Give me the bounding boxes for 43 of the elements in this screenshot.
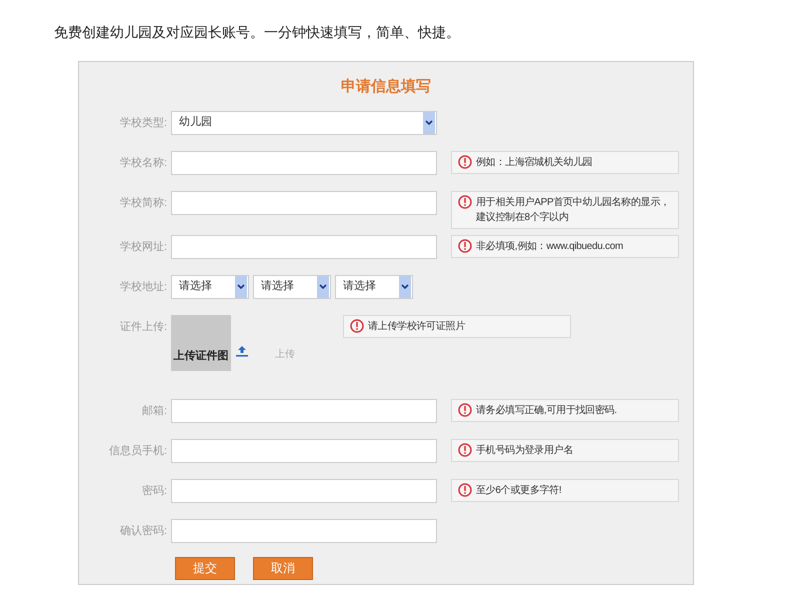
dropdown[interactable]: 幼儿园 [171, 110, 437, 134]
field-label: 学校类型: [118, 116, 168, 130]
hint-text: 非必填项,例如：www.qibuedu.com [476, 240, 624, 254]
text-input[interactable] [171, 234, 437, 258]
hint-text: 至少6个或更多字符! [476, 484, 562, 498]
text-input[interactable] [171, 478, 437, 502]
field-label: 学校简称: [118, 196, 168, 210]
hint-text: 用于相关用户APP首页中幼儿园名称的显示，建议控制在8个字以内 [476, 196, 671, 224]
warning-icon [458, 482, 472, 496]
intro-text: 免费创建幼儿园及对应园长账号。一分钟快速填写，简单、快捷。 [54, 23, 461, 42]
hint-text: 手机号码为登录用户名 [476, 444, 574, 458]
hint-text: 例如：上海宿城机关幼儿园 [476, 156, 592, 170]
dropdown[interactable]: 请选择 [171, 274, 249, 298]
dropdown[interactable]: 请选择 [335, 274, 413, 298]
field-label: 确认密码: [118, 524, 168, 538]
caret-icon [319, 284, 327, 290]
caret-icon [401, 284, 409, 290]
warning-icon [350, 318, 364, 332]
text-input[interactable] [171, 190, 437, 214]
field-label: 学校名称: [118, 156, 168, 170]
field-label: 学校网址: [118, 240, 168, 254]
text-input[interactable] [171, 518, 437, 542]
text-input[interactable] [171, 398, 437, 422]
field-label: 学校地址: [118, 280, 168, 294]
hint-text: 请务必填写正确,可用于找回密码. [476, 404, 617, 418]
dropdown[interactable]: 请选择 [253, 274, 331, 298]
warning-icon [458, 194, 472, 208]
caret-icon [425, 120, 433, 126]
field-label: 密码: [140, 484, 168, 498]
hint-text: 请上传学校许可证照片 [368, 320, 466, 334]
text-input[interactable] [171, 438, 437, 462]
caret-icon [237, 284, 245, 290]
field-label: 邮箱: [140, 404, 168, 418]
upload-icon[interactable] [235, 344, 249, 356]
warning-icon [458, 402, 472, 416]
warning-icon [458, 442, 472, 456]
field-label: 信息员手机: [108, 444, 168, 458]
text-input[interactable] [171, 150, 437, 174]
warning-icon [458, 238, 472, 252]
field-label: 证件上传: [118, 320, 168, 334]
form-title: 申请信息填写 [340, 77, 432, 97]
warning-icon [458, 154, 472, 168]
upload-image-button[interactable]: 上传证件图 [171, 314, 231, 370]
